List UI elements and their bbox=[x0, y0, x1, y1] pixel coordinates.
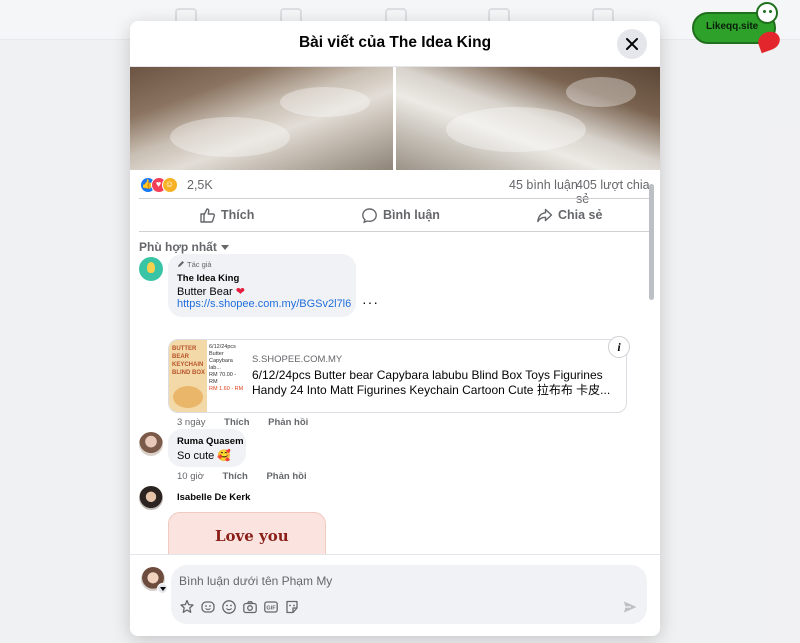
smile-icon[interactable] bbox=[200, 599, 216, 615]
post-photo-left[interactable] bbox=[130, 67, 393, 170]
link-title: 6/12/24pcs Butter bear Capybara labubu B… bbox=[252, 368, 611, 397]
comment-text-row: So cute 🥰 bbox=[177, 449, 231, 462]
comment-author-name[interactable]: The Idea King bbox=[177, 273, 239, 284]
comment-like-link[interactable]: Thích bbox=[224, 417, 249, 428]
avatar-sticker-icon[interactable] bbox=[179, 599, 195, 615]
avatar-the-idea-king[interactable] bbox=[139, 257, 163, 281]
sort-dropdown[interactable]: Phù hợp nhất bbox=[139, 240, 229, 254]
comment-reply-link[interactable]: Phản hồi bbox=[266, 471, 306, 482]
thumbnail-price-1: RM 70.00 - RM bbox=[209, 372, 237, 385]
comment-link[interactable]: https://s.shopee.com.my/BGSv2l7l6 bbox=[177, 298, 351, 310]
comment-text: Butter Bear bbox=[177, 286, 233, 298]
comment-label: Bình luận bbox=[383, 208, 440, 222]
comment-bubble-icon bbox=[362, 208, 377, 224]
comment-like-link[interactable]: Thích bbox=[222, 471, 247, 482]
gif-icon[interactable]: GIF bbox=[263, 599, 279, 615]
modal-header: Bài viết của The Idea King bbox=[130, 21, 660, 67]
send-icon[interactable] bbox=[622, 599, 638, 615]
comment-bubble: Tác giả The Idea King Butter Bear ❤ http… bbox=[168, 254, 356, 317]
comment-count[interactable]: 45 bình luận bbox=[509, 178, 578, 192]
share-label: Chia sẻ bbox=[558, 208, 603, 222]
watermark-logo: Likeqq.site bbox=[692, 2, 787, 54]
sticker-text: Love you bbox=[215, 527, 289, 545]
thumbnail-title: BUTTER BEAR KEYCHAIN BLIND BOX bbox=[172, 346, 205, 376]
logo-text: Likeqq.site bbox=[706, 21, 759, 32]
svg-text:GIF: GIF bbox=[266, 605, 276, 611]
avatar-ruma-quasem[interactable] bbox=[139, 432, 163, 456]
link-domain: S.SHOPEE.COM.MY bbox=[252, 354, 343, 365]
reaction-count[interactable]: 2,5K bbox=[187, 178, 213, 192]
share-button[interactable]: Chia sẻ bbox=[536, 199, 626, 232]
comment-meta: 10 giờ Thích Phản hồi bbox=[177, 471, 307, 482]
close-icon bbox=[626, 38, 638, 50]
smiley-icon bbox=[756, 2, 778, 24]
share-arrow-icon bbox=[537, 208, 553, 223]
comment-composer: GIF bbox=[171, 565, 647, 624]
comment-meta: 3 ngày Thích Phản hồi bbox=[177, 417, 308, 428]
comment-bubble: Isabelle De Kerk bbox=[168, 486, 280, 508]
post-photos bbox=[130, 67, 660, 170]
comment-author-name[interactable]: Ruma Quasem bbox=[177, 436, 244, 447]
comment-time[interactable]: 3 ngày bbox=[177, 417, 206, 428]
comment-bubble: Ruma Quasem So cute 🥰 bbox=[168, 429, 246, 467]
comment-text: So cute bbox=[177, 450, 215, 462]
caret-down-icon bbox=[220, 245, 229, 251]
comment-text-row: Butter Bear ❤ bbox=[177, 285, 245, 298]
comment-button[interactable]: Bình luận bbox=[361, 199, 461, 232]
comment-composer-area: GIF bbox=[130, 554, 660, 636]
smiling-hearts-emoji: 🥰 bbox=[217, 450, 232, 462]
comment-author-name[interactable]: Isabelle De Kerk bbox=[177, 492, 250, 503]
bear-figure-icon bbox=[173, 386, 203, 408]
chevron-down-icon[interactable] bbox=[157, 583, 168, 594]
thumbnail-details: 6/12/24pcs Butter Capybara lab... RM 70.… bbox=[209, 344, 245, 393]
thumbs-up-icon bbox=[200, 208, 216, 223]
pencil-icon bbox=[178, 261, 184, 267]
post-photo-right[interactable] bbox=[396, 67, 660, 170]
emoji-icon[interactable] bbox=[221, 599, 237, 615]
camera-icon[interactable] bbox=[242, 599, 258, 615]
link-preview-thumbnail: BUTTER BEAR KEYCHAIN BLIND BOX 6/12/24pc… bbox=[169, 340, 245, 412]
info-icon[interactable]: i bbox=[608, 336, 630, 358]
heart-emoji: ❤ bbox=[235, 286, 245, 298]
link-preview-card[interactable]: BUTTER BEAR KEYCHAIN BLIND BOX 6/12/24pc… bbox=[168, 339, 627, 413]
scrollbar-thumb[interactable] bbox=[649, 184, 654, 300]
post-modal: Bài viết của The Idea King 👍 ♥ ☺ 2,5K 45… bbox=[130, 21, 660, 636]
author-tag-label: Tác giả bbox=[187, 260, 212, 269]
comment-input[interactable] bbox=[179, 571, 619, 591]
author-tag: Tác giả bbox=[177, 260, 212, 269]
reaction-icons[interactable]: 👍 ♥ ☺ bbox=[140, 177, 184, 193]
sort-label: Phù hợp nhất bbox=[139, 240, 217, 254]
thumbnail-banner: BUTTER BEAR KEYCHAIN BLIND BOX bbox=[169, 340, 207, 412]
thumbnail-desc: 6/12/24pcs Butter Capybara lab... bbox=[209, 344, 236, 371]
close-button[interactable] bbox=[617, 29, 647, 59]
sticker-icon[interactable] bbox=[284, 599, 300, 615]
comments-scroll-area[interactable]: 👍 ♥ ☺ 2,5K 45 bình luận 405 lượt chia sẻ… bbox=[130, 170, 660, 554]
care-reaction-icon: ☺ bbox=[162, 177, 178, 193]
like-label: Thích bbox=[221, 208, 255, 222]
post-actions: Thích Bình luận Chia sẻ bbox=[139, 198, 650, 232]
like-button[interactable]: Thích bbox=[199, 199, 279, 232]
more-options-icon[interactable]: ··· bbox=[362, 294, 379, 310]
avatar-isabelle-de-kerk[interactable] bbox=[139, 486, 163, 510]
thumbnail-price-2: RM 1.60 - RM bbox=[209, 386, 244, 392]
comment-reply-link[interactable]: Phản hồi bbox=[268, 417, 308, 428]
modal-title: Bài viết của The Idea King bbox=[298, 34, 492, 51]
comment-time[interactable]: 10 giờ bbox=[177, 471, 204, 482]
post-stats: 👍 ♥ ☺ 2,5K 45 bình luận 405 lượt chia sẻ bbox=[140, 174, 650, 206]
love-you-sticker[interactable]: Love you bbox=[168, 512, 326, 554]
